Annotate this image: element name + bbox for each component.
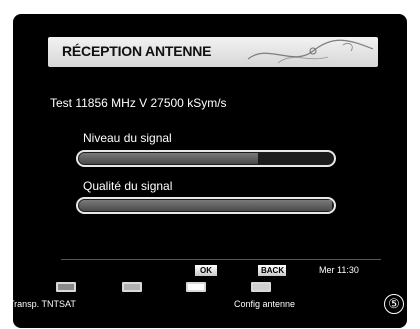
page-title: RÉCEPTION ANTENNE [62,43,212,59]
blue-button[interactable] [251,282,271,292]
header-bar: RÉCEPTION ANTENNE [48,37,378,67]
yellow-button[interactable] [186,282,206,292]
yellow-button-label: Config antenne [234,299,296,309]
signal-quality-bar-fill [79,200,333,211]
signal-quality-bar [76,197,336,214]
green-button[interactable] [122,282,142,292]
test-frequency-info: Test 11856 MHz V 27500 kSym/s [50,96,227,110]
ok-key[interactable]: OK [195,265,217,276]
clock: Mer 11:30 [319,265,359,275]
red-button-label: Transp. TNTSAT [9,299,76,309]
red-button[interactable] [56,282,76,292]
step-number-badge: ⑤ [384,294,404,314]
back-key[interactable]: BACK [258,265,286,276]
signal-level-bar-fill [79,153,259,164]
signal-quality-label: Qualité du signal [83,179,173,193]
footer-divider [61,259,381,260]
signal-level-bar [76,150,336,167]
swirl-ornament-icon [247,39,374,64]
tv-screen: RÉCEPTION ANTENNE Test 11856 MHz V 27500… [13,14,407,328]
signal-level-label: Niveau du signal [83,131,172,145]
